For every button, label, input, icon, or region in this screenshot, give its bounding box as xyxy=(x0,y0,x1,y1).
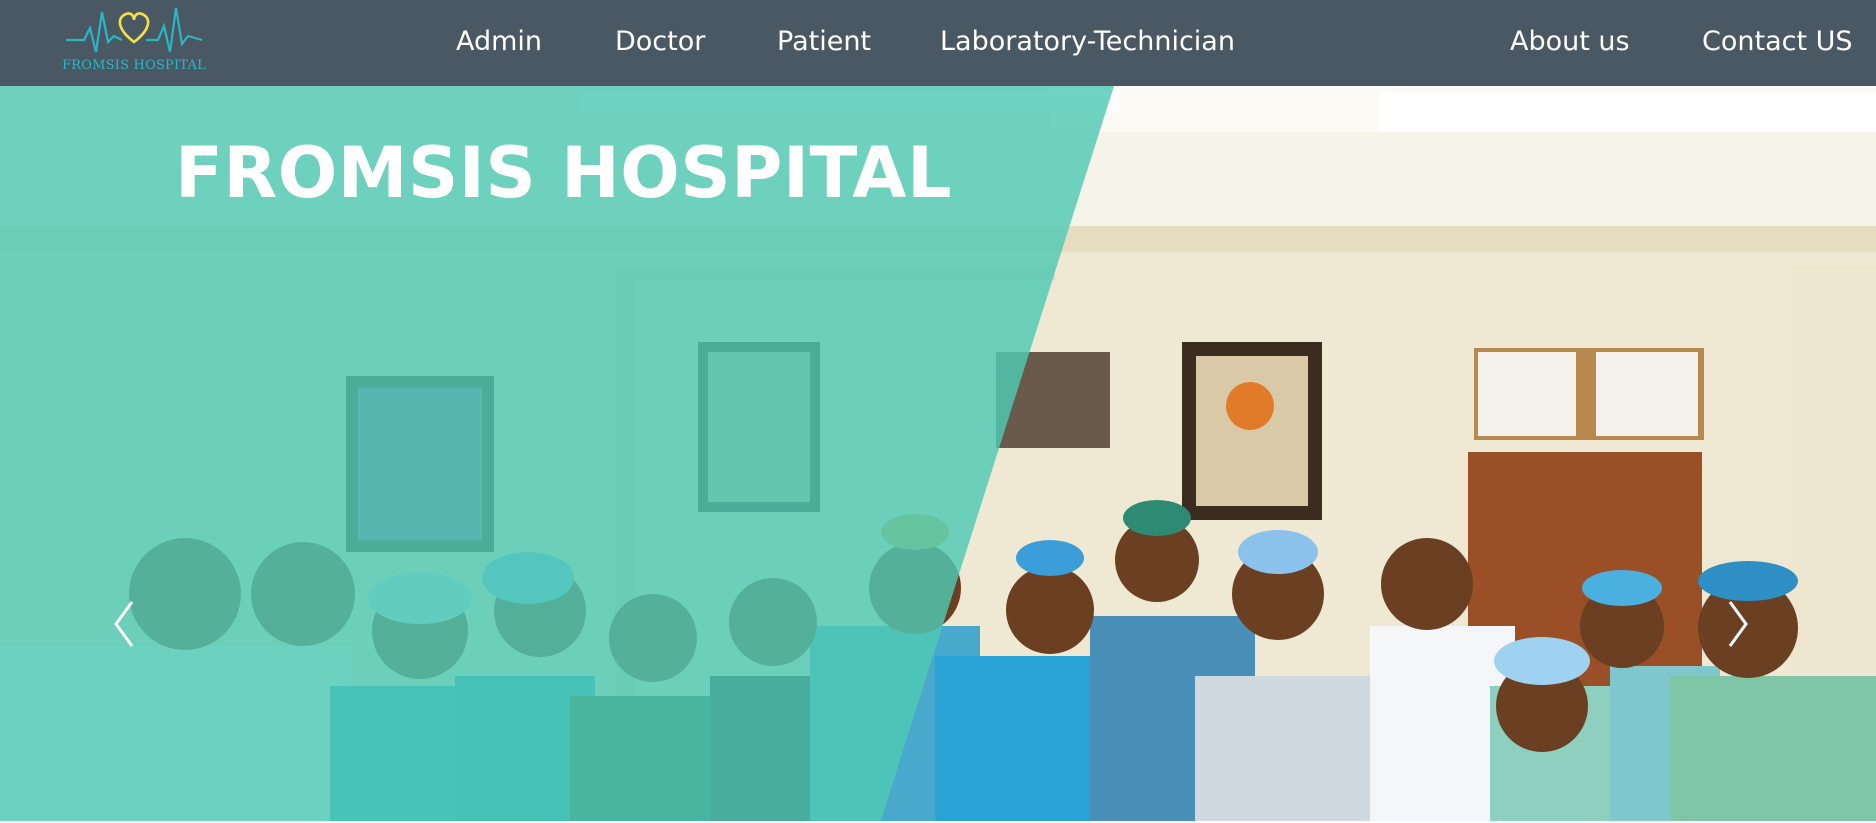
nav-admin-link[interactable]: Admin xyxy=(456,25,542,59)
nav-about-link[interactable]: About us xyxy=(1510,25,1630,59)
nav-contact-link[interactable]: Contact US xyxy=(1702,25,1853,59)
heartbeat-heart-icon xyxy=(66,7,203,53)
hospital-logo[interactable]: FROMSIS HOSPITAL xyxy=(56,2,212,80)
carousel-prev-button[interactable] xyxy=(104,594,144,654)
hero-title: FROMSIS HOSPITAL xyxy=(175,132,953,214)
nav-doctor-link[interactable]: Doctor xyxy=(615,25,705,59)
chevron-right-icon xyxy=(1728,601,1748,647)
nav-lab-technician-link[interactable]: Laboratory-Technician xyxy=(940,25,1235,59)
hero-carousel: FROMSIS HOSPITAL xyxy=(0,86,1876,823)
nav-patient-link[interactable]: Patient xyxy=(777,25,871,59)
top-navbar: FROMSIS HOSPITAL Admin Doctor Patient La… xyxy=(0,0,1876,86)
logo-text: FROMSIS HOSPITAL xyxy=(62,58,206,73)
chevron-left-icon xyxy=(114,601,134,647)
carousel-next-button[interactable] xyxy=(1718,594,1758,654)
